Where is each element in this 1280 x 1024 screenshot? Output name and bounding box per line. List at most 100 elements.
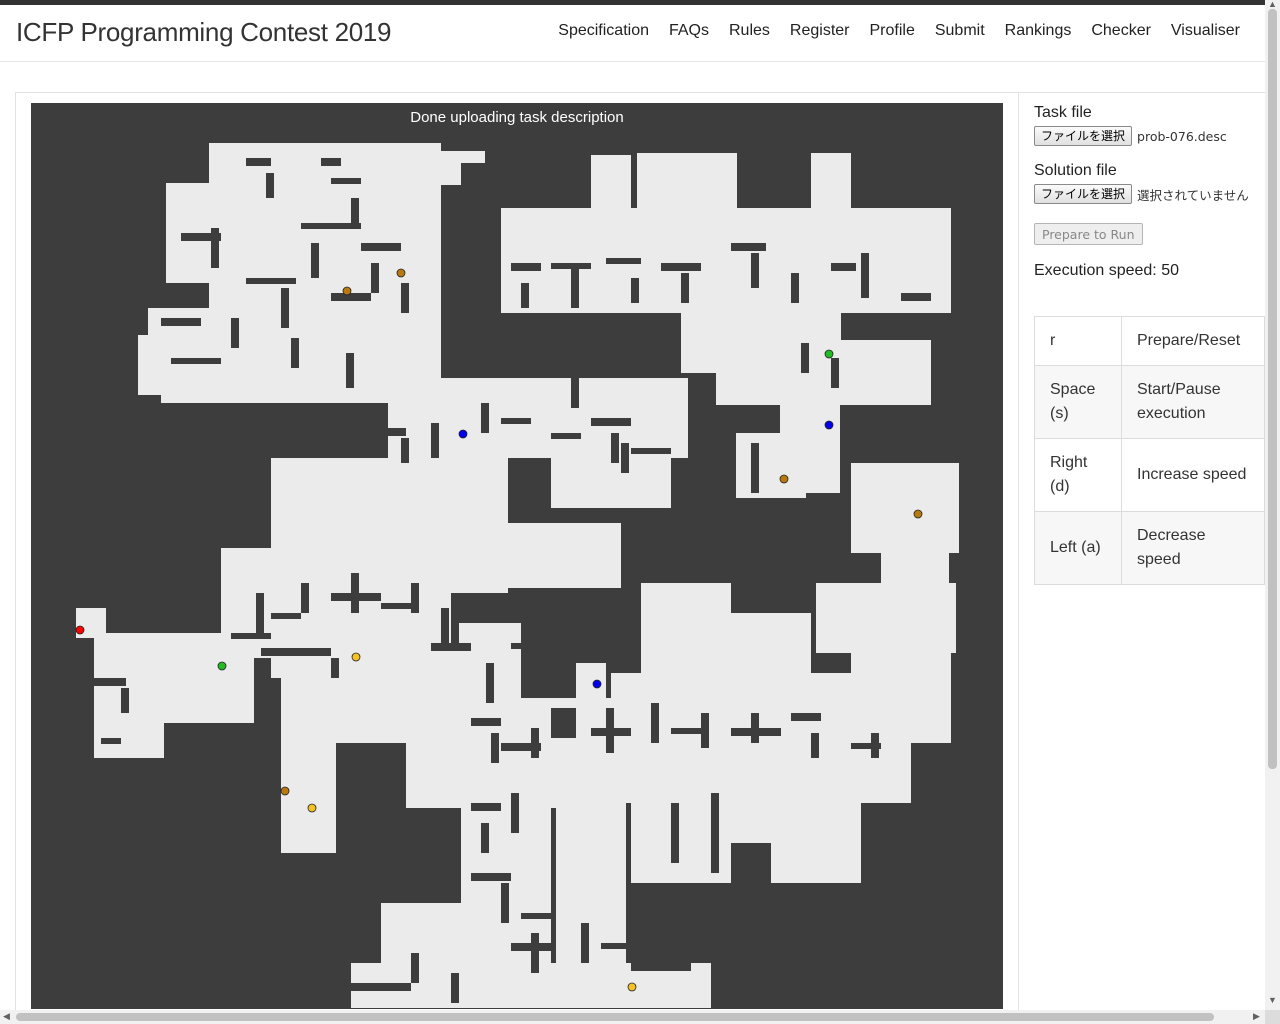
floor-tile <box>501 523 621 588</box>
vertical-scroll-thumb[interactable] <box>1268 9 1277 769</box>
nav-profile[interactable]: Profile <box>859 22 924 40</box>
obstacle <box>401 283 409 313</box>
obstacle <box>501 883 509 923</box>
map-svg <box>75 143 959 1008</box>
action-cell: Increase speed <box>1121 438 1265 512</box>
navbar: ICFP Programming Contest 2019 Specificat… <box>0 5 1265 62</box>
obstacle <box>681 273 689 303</box>
solution-file-row: ファイルを選択 選択されていません <box>1034 183 1265 205</box>
obstacle <box>431 423 439 458</box>
floor-tile <box>591 155 631 210</box>
nav-register[interactable]: Register <box>780 22 860 40</box>
map-canvas[interactable]: Done uploading task description <box>31 103 1003 1009</box>
task-file-label: Task file <box>1034 104 1092 121</box>
obstacle <box>801 343 809 373</box>
scroll-down-icon[interactable]: ▼ <box>1268 995 1277 1005</box>
vertical-scrollbar[interactable]: ▲ ▼ <box>1265 0 1280 1010</box>
obstacle <box>91 678 126 686</box>
horizontal-scrollbar[interactable]: ◀ ▶ <box>0 1010 1265 1024</box>
obstacle <box>711 793 719 873</box>
brand-title[interactable]: ICFP Programming Contest 2019 <box>16 17 392 48</box>
nav-faqs[interactable]: FAQs <box>659 22 719 40</box>
obstacle <box>541 328 549 358</box>
obstacle <box>376 428 406 436</box>
task-file-name: prob-076.desc <box>1137 128 1227 144</box>
booster-clone-marker <box>217 661 227 671</box>
obstacle <box>351 573 359 613</box>
floor-tile <box>94 713 164 758</box>
obstacle <box>871 733 879 758</box>
prepare-run-button[interactable]: Prepare to Run <box>1034 223 1143 245</box>
obstacle <box>511 313 541 319</box>
obstacle <box>121 688 129 713</box>
table-row: r Prepare/Reset <box>1034 316 1265 366</box>
obstacle <box>551 433 581 439</box>
solution-file-button[interactable]: ファイルを選択 <box>1034 184 1133 204</box>
obstacle <box>671 803 679 863</box>
obstacle <box>481 403 489 433</box>
scroll-up-icon[interactable]: ▲ <box>1268 0 1277 9</box>
obstacle <box>581 923 589 963</box>
obstacle <box>246 158 271 166</box>
obstacle <box>351 983 411 991</box>
obstacle <box>281 288 289 328</box>
obstacle <box>791 273 799 303</box>
obstacle <box>471 598 501 604</box>
floor-tile <box>711 613 811 693</box>
scrollbar-corner <box>1265 1010 1280 1024</box>
booster-wheels-marker <box>307 803 317 813</box>
booster-manipulator-marker <box>913 509 923 519</box>
solution-file-name: 選択されていません <box>1137 187 1249 203</box>
obstacle <box>331 178 361 184</box>
obstacle <box>411 583 419 613</box>
obstacle <box>381 603 411 609</box>
obstacle <box>361 243 401 251</box>
scroll-left-icon[interactable]: ◀ <box>3 1011 10 1022</box>
booster-wheels-marker <box>351 652 361 662</box>
obstacle <box>521 913 551 919</box>
obstacle <box>751 443 759 493</box>
obstacle <box>256 593 264 633</box>
sidebar: Task file ファイルを選択 prob-076.desc Solution… <box>1034 104 1265 280</box>
obstacle <box>451 613 459 643</box>
solution-file-label: Solution file <box>1034 162 1117 179</box>
execution-speed: Execution speed: 50 <box>1034 262 1179 279</box>
task-file-button[interactable]: ファイルを選択 <box>1034 126 1133 146</box>
nav-rules[interactable]: Rules <box>719 22 780 40</box>
obstacle <box>231 633 271 639</box>
obstacle <box>411 953 419 983</box>
booster-clone-marker <box>824 349 834 359</box>
booster-manipulator-marker <box>342 286 352 296</box>
obstacle <box>451 973 459 1003</box>
obstacle <box>481 823 489 853</box>
obstacle <box>491 733 499 763</box>
obstacle <box>901 293 931 301</box>
obstacle <box>346 353 354 388</box>
obstacle <box>321 158 341 166</box>
obstacle <box>591 418 631 426</box>
scroll-right-icon[interactable]: ▶ <box>1253 1011 1260 1022</box>
nav-rankings[interactable]: Rankings <box>995 22 1082 40</box>
floor-tile <box>811 153 851 208</box>
nav-visualiser[interactable]: Visualiser <box>1161 22 1250 40</box>
horizontal-scroll-thumb[interactable] <box>16 1013 1214 1021</box>
obstacle <box>751 713 759 743</box>
key-cell: Right (d) <box>1034 438 1122 512</box>
task-file-row: ファイルを選択 prob-076.desc <box>1034 125 1265 147</box>
worker-marker <box>75 625 85 635</box>
obstacle <box>301 583 309 613</box>
table-row: Left (a) Decrease speed <box>1034 511 1265 585</box>
nav-specification[interactable]: Specification <box>548 22 659 40</box>
booster-teleport-marker <box>592 679 602 689</box>
action-cell: Prepare/Reset <box>1121 316 1265 366</box>
obstacle <box>431 643 471 651</box>
nav-checker[interactable]: Checker <box>1081 22 1161 40</box>
obstacle <box>571 378 579 408</box>
nav-submit[interactable]: Submit <box>925 22 995 40</box>
obstacle <box>266 173 274 198</box>
obstacle <box>471 718 501 726</box>
obstacle <box>511 793 519 833</box>
booster-teleport-marker <box>458 429 468 439</box>
obstacle <box>661 263 701 271</box>
booster-manipulator-marker <box>396 268 406 278</box>
